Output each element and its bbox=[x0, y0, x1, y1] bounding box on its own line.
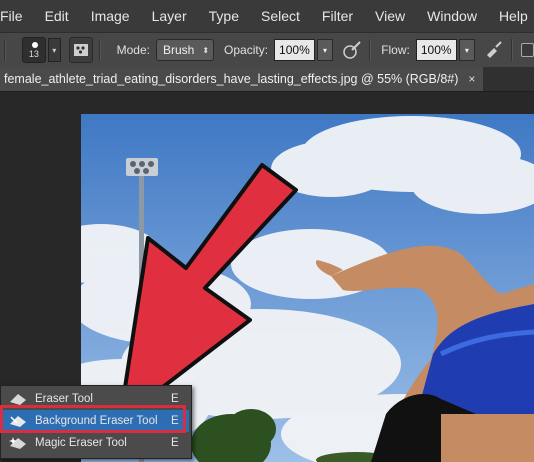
brush-panel-toggle[interactable] bbox=[68, 37, 93, 63]
mode-select[interactable]: Brush ⬍ bbox=[155, 39, 215, 61]
brush-preset-picker[interactable]: 13 bbox=[21, 37, 46, 63]
flow-dropdown-button[interactable]: ▾ bbox=[458, 39, 476, 61]
menu-view[interactable]: View bbox=[364, 8, 416, 24]
mode-label: Mode: bbox=[116, 43, 150, 57]
menu-filter[interactable]: Filter bbox=[311, 8, 364, 24]
pressure-pen-icon bbox=[343, 41, 362, 59]
airbrush-icon bbox=[487, 41, 502, 58]
menu-bar: File Edit Image Layer Type Select Filter… bbox=[0, 0, 534, 32]
options-bar: 13 ▾ Mode: Brush ⬍ Opacity: 100% ▾ Flow:… bbox=[0, 32, 534, 68]
flyout-item-label: Eraser Tool bbox=[35, 393, 93, 405]
brush-panel-icon bbox=[73, 44, 88, 56]
document-tab[interactable]: female_athlete_triad_eating_disorders_ha… bbox=[0, 67, 484, 91]
flow-label: Flow: bbox=[381, 43, 410, 57]
opacity-label: Opacity: bbox=[224, 43, 269, 57]
erase-history-checkbox[interactable] bbox=[521, 43, 534, 57]
menu-select[interactable]: Select bbox=[250, 8, 311, 24]
menu-type[interactable]: Type bbox=[198, 8, 250, 24]
brush-size: 13 bbox=[28, 49, 39, 59]
flyout-item-magic-eraser[interactable]: Magic Eraser Tool E bbox=[1, 432, 189, 454]
close-icon[interactable]: × bbox=[468, 72, 475, 86]
options-divider bbox=[369, 39, 372, 61]
options-divider bbox=[511, 39, 513, 61]
updown-arrow-icon: ⬍ bbox=[202, 45, 210, 55]
brush-tip-icon bbox=[31, 42, 38, 48]
flyout-item-shortcut: E bbox=[171, 393, 179, 405]
flow-input[interactable]: 100% bbox=[415, 39, 457, 61]
mode-value: Brush bbox=[162, 43, 195, 57]
airbrush-toggle[interactable] bbox=[483, 38, 505, 62]
opacity-input[interactable]: 100% bbox=[274, 39, 315, 61]
opacity-dropdown-button[interactable]: ▾ bbox=[316, 39, 334, 61]
brush-dropdown-button[interactable]: ▾ bbox=[47, 38, 61, 62]
menu-edit[interactable]: Edit bbox=[34, 8, 80, 24]
menu-layer[interactable]: Layer bbox=[141, 8, 198, 24]
document-tab-bar: female_athlete_triad_eating_disorders_ha… bbox=[0, 67, 534, 92]
menu-help[interactable]: Help bbox=[488, 8, 534, 24]
pressure-opacity-toggle[interactable] bbox=[341, 38, 363, 62]
flyout-item-label: Magic Eraser Tool bbox=[35, 437, 127, 449]
magic-eraser-icon bbox=[5, 434, 31, 452]
options-divider bbox=[4, 39, 6, 61]
options-divider bbox=[98, 39, 101, 61]
document-title: female_athlete_triad_eating_disorders_ha… bbox=[4, 72, 459, 86]
flyout-item-shortcut: E bbox=[171, 437, 179, 449]
menu-image[interactable]: Image bbox=[80, 8, 141, 24]
menu-file[interactable]: File bbox=[0, 8, 34, 24]
highlight-box bbox=[0, 405, 186, 433]
menu-window[interactable]: Window bbox=[416, 8, 488, 24]
